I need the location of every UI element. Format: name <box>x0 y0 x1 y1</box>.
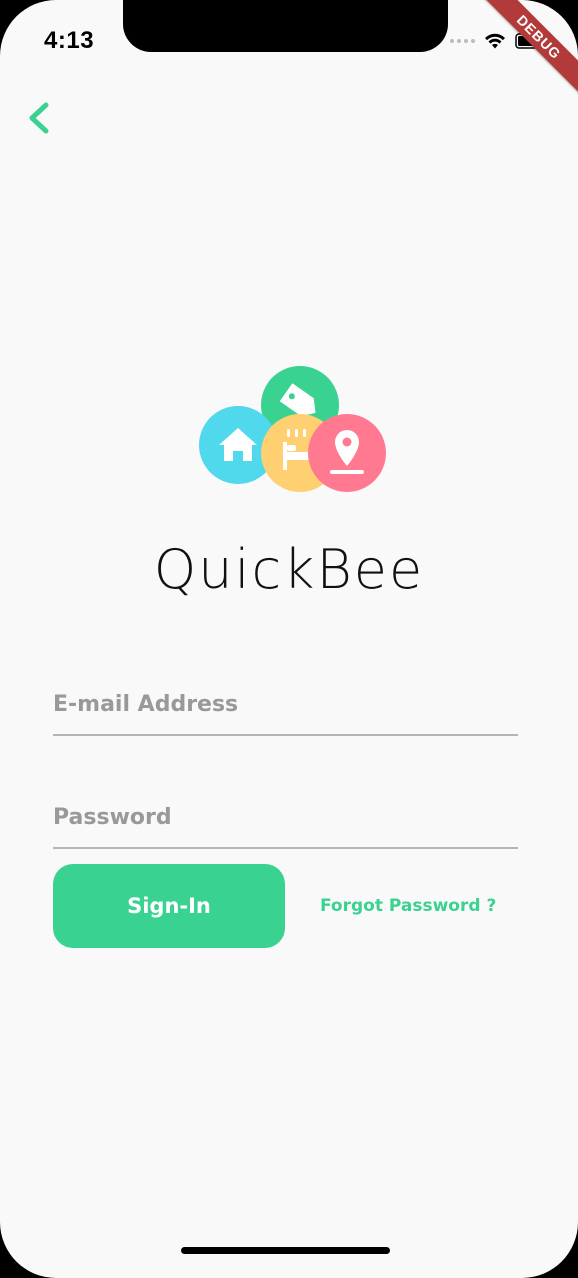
wifi-icon <box>485 33 505 49</box>
device-notch <box>123 0 448 52</box>
email-input[interactable] <box>53 674 518 734</box>
app-screen: 4:13 DEBUG QuickBee E-mail Address Sign-… <box>0 0 578 1278</box>
quickbee-logo <box>199 366 386 492</box>
password-field[interactable] <box>53 787 518 849</box>
home-indicator[interactable] <box>181 1247 390 1254</box>
sign-in-button[interactable]: Sign-In <box>53 864 285 948</box>
cellular-signal-icon <box>450 39 475 43</box>
email-field[interactable] <box>53 674 518 736</box>
back-chevron-icon[interactable] <box>22 98 62 138</box>
password-input[interactable] <box>53 787 518 847</box>
forgot-password-link[interactable]: Forgot Password ? <box>320 896 496 916</box>
app-brand-name: QuickBee <box>153 538 425 601</box>
status-time: 4:13 <box>44 27 95 54</box>
